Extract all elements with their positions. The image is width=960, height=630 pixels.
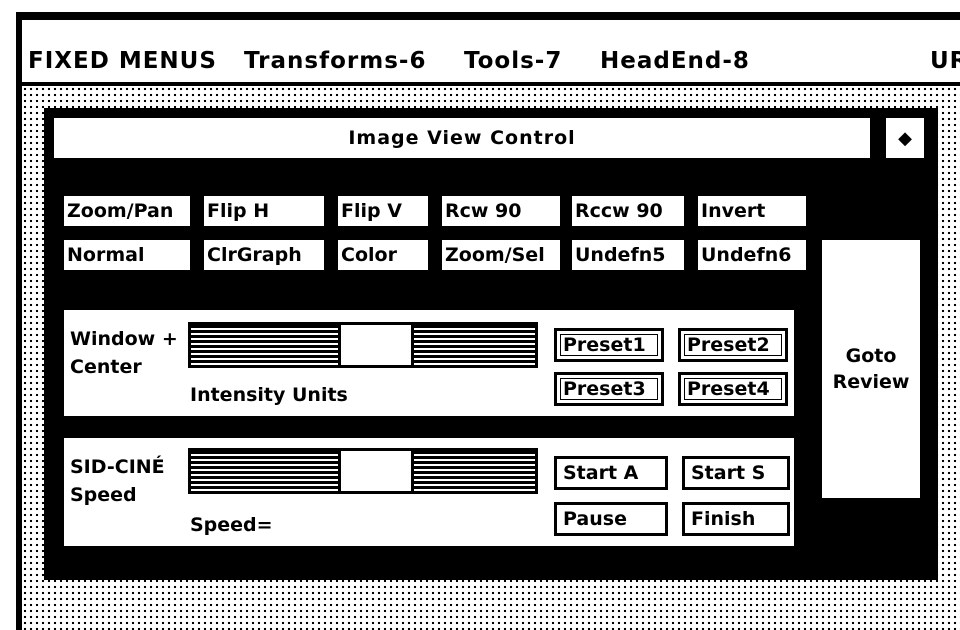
tool-undefn5[interactable]: Undefn5 [572, 240, 684, 270]
tool-normal[interactable]: Normal [64, 240, 190, 270]
preset2-button[interactable]: Preset2 [678, 328, 788, 362]
intensity-slider[interactable] [188, 322, 538, 368]
pause-button[interactable]: Pause [554, 502, 668, 536]
diamond-icon: ◆ [898, 127, 912, 149]
goto-review-button[interactable]: Goto Review [822, 240, 920, 498]
cine-label-line1: SID-CINÉ [70, 456, 165, 478]
window-title-bar[interactable]: Image View Control [52, 116, 872, 160]
menu-fixed-menus[interactable]: FIXED MENUS [28, 46, 217, 76]
finish-button[interactable]: Finish [682, 502, 790, 536]
menu-bar: FIXED MENUS Transforms-6 Tools-7 HeadEnd… [16, 12, 960, 82]
cine-label-line2: Speed [70, 484, 137, 506]
tool-flip-h[interactable]: Flip H [204, 196, 324, 226]
speed-slider[interactable] [188, 448, 538, 494]
start-s-button[interactable]: Start S [682, 456, 790, 490]
menu-ur[interactable]: UR [930, 46, 960, 76]
menu-transforms[interactable]: Transforms-6 [244, 46, 426, 76]
tool-zoom-pan[interactable]: Zoom/Pan [64, 196, 190, 226]
menu-headend[interactable]: HeadEnd-8 [600, 46, 750, 76]
menu-tools[interactable]: Tools-7 [464, 46, 562, 76]
preset4-button[interactable]: Preset4 [678, 372, 788, 406]
tool-clrgraph[interactable]: ClrGraph [204, 240, 324, 270]
window-close-box[interactable]: ◆ [884, 116, 926, 160]
tool-zoom-sel[interactable]: Zoom/Sel [442, 240, 560, 270]
tool-flip-v[interactable]: Flip V [338, 196, 428, 226]
window-center-label-line2: Center [70, 356, 142, 378]
window-title: Image View Control [348, 127, 576, 149]
cine-speed-panel: SID-CINÉ Speed Speed= Start A Start S Pa… [64, 438, 794, 546]
image-view-control-window: Image View Control ◆ Zoom/Pan Flip H Fli… [44, 108, 938, 580]
tool-rccw-90[interactable]: Rccw 90 [572, 196, 684, 226]
start-a-button[interactable]: Start A [554, 456, 668, 490]
preset3-button[interactable]: Preset3 [554, 372, 664, 406]
preset1-button[interactable]: Preset1 [554, 328, 664, 362]
goto-label: Goto [845, 345, 897, 367]
intensity-units-label: Intensity Units [190, 384, 348, 406]
review-label: Review [832, 371, 910, 393]
window-center-label-line1: Window + [70, 328, 178, 350]
speed-value-label: Speed= [190, 514, 273, 536]
speed-slider-thumb[interactable] [338, 451, 415, 491]
tool-invert[interactable]: Invert [698, 196, 806, 226]
tool-rcw-90[interactable]: Rcw 90 [442, 196, 560, 226]
tool-undefn6[interactable]: Undefn6 [698, 240, 806, 270]
window-center-panel: Window + Center Intensity Units Preset1 … [64, 310, 794, 416]
intensity-slider-thumb[interactable] [338, 325, 415, 365]
tool-color[interactable]: Color [338, 240, 428, 270]
